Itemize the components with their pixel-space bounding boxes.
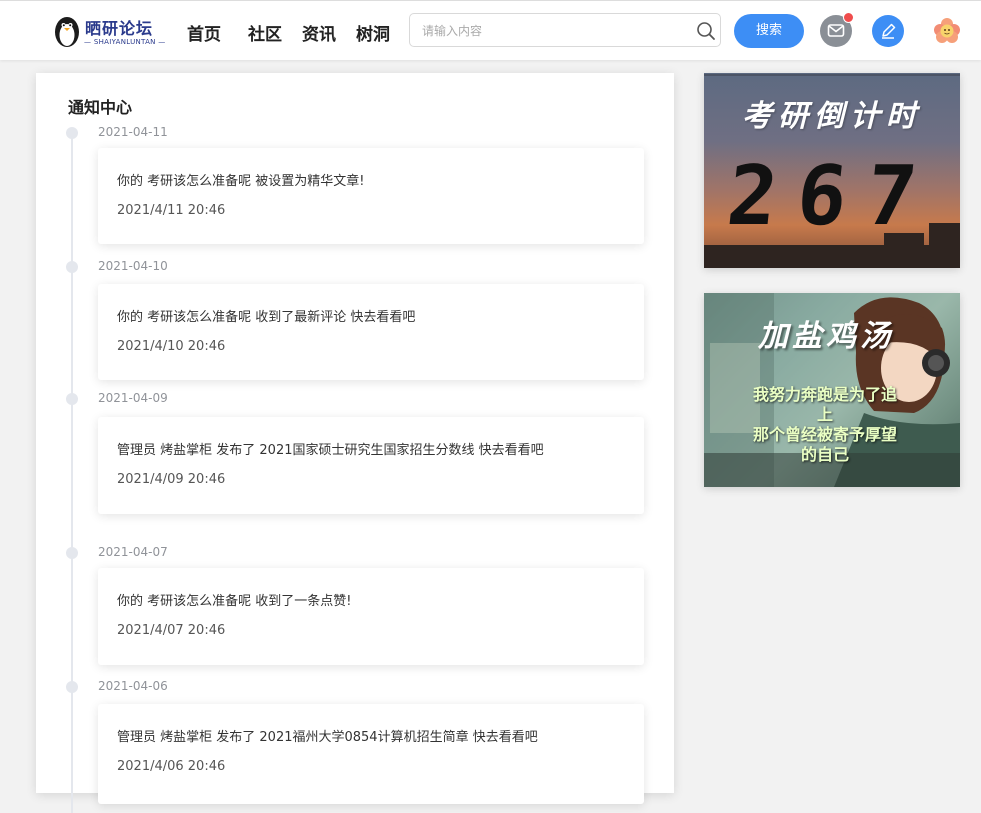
notification-center: 通知中心 2021-04-11 你的 考研该怎么准备呢 被设置为精华文章! 20…	[36, 73, 674, 813]
nav-treehole[interactable]: 树洞	[356, 20, 390, 45]
motto-title: 加盐鸡汤	[758, 319, 894, 354]
timeline-date: 2021-04-11	[98, 125, 168, 139]
page-title: 通知中心	[68, 98, 133, 117]
motto-line: 的自己	[800, 445, 849, 464]
notification-card[interactable]: 你的 考研该怎么准备呢 被设置为精华文章! 2021/4/11 20:46	[98, 148, 644, 244]
nav-news[interactable]: 资讯	[302, 20, 336, 45]
timeline-dot	[66, 547, 78, 559]
nav-community[interactable]: 社区	[248, 20, 282, 45]
notification-message: 管理员 烤盐掌柜 发布了 2021国家硕士研究生国家招生分数线 快去看看吧	[117, 443, 544, 458]
motivation-widget: 加盐鸡汤 我努力奔跑是为了追 上 那个曾经被寄予厚望 的自己	[704, 293, 960, 487]
notification-card[interactable]: 管理员 烤盐掌柜 发布了 2021福州大学0854计算机招生简章 快去看看吧 2…	[98, 704, 644, 804]
timeline-date: 2021-04-07	[98, 545, 168, 559]
timeline-dot	[66, 127, 78, 139]
motto-text: 我努力奔跑是为了追 上 那个曾经被寄予厚望 的自己	[734, 385, 916, 465]
penguin-logo-icon	[55, 17, 79, 47]
notification-time: 2021/4/09 20:46	[117, 472, 226, 487]
user-avatar[interactable]	[930, 14, 964, 48]
timeline-dot	[66, 393, 78, 405]
notification-message: 你的 考研该怎么准备呢 收到了一条点赞!	[117, 594, 352, 609]
countdown-number: 267	[722, 149, 942, 244]
motto-line: 上	[816, 405, 833, 424]
notification-time: 2021/4/06 20:46	[117, 759, 226, 774]
logo-subtitle: — SHAIYANLUNTAN —	[84, 38, 166, 46]
search-box	[409, 13, 721, 47]
top-nav-bar: 晒研论坛 — SHAIYANLUNTAN — 首页 社区 资讯 树洞 搜索	[0, 0, 981, 60]
timeline-date: 2021-04-06	[98, 679, 168, 693]
notification-time: 2021/4/11 20:46	[117, 203, 226, 218]
search-input[interactable]	[420, 20, 684, 42]
notification-dot	[843, 12, 854, 23]
search-icon[interactable]	[696, 21, 716, 41]
timeline-date: 2021-04-09	[98, 391, 168, 405]
timeline-line	[71, 133, 73, 813]
notification-card[interactable]: 你的 考研该怎么准备呢 收到了最新评论 快去看看吧 2021/4/10 20:4…	[98, 284, 644, 380]
search-button[interactable]: 搜索	[734, 14, 804, 48]
timeline-dot	[66, 261, 78, 273]
logo-title: 晒研论坛	[85, 19, 154, 38]
site-logo[interactable]: 晒研论坛 — SHAIYANLUNTAN —	[52, 12, 172, 50]
timeline-dot	[66, 681, 78, 693]
nav-home[interactable]: 首页	[187, 20, 221, 45]
notification-card[interactable]: 管理员 烤盐掌柜 发布了 2021国家硕士研究生国家招生分数线 快去看看吧 20…	[98, 417, 644, 514]
notification-time: 2021/4/07 20:46	[117, 623, 226, 638]
notification-message: 你的 考研该怎么准备呢 收到了最新评论 快去看看吧	[117, 310, 416, 325]
countdown-title: 考研倒计时	[742, 99, 922, 134]
motto-line: 那个曾经被寄予厚望	[752, 425, 897, 444]
top-divider	[0, 0, 981, 1]
exam-countdown-widget: 考研倒计时 267	[704, 73, 960, 268]
timeline-date: 2021-04-10	[98, 259, 168, 273]
notification-time: 2021/4/10 20:46	[117, 339, 226, 354]
notification-message: 你的 考研该怎么准备呢 被设置为精华文章!	[117, 174, 365, 189]
motto-line: 我努力奔跑是为了追	[752, 385, 897, 404]
write-post-button[interactable]	[872, 15, 904, 47]
edit-icon	[882, 23, 896, 39]
notification-card[interactable]: 你的 考研该怎么准备呢 收到了一条点赞! 2021/4/07 20:46	[98, 568, 644, 665]
notification-message: 管理员 烤盐掌柜 发布了 2021福州大学0854计算机招生简章 快去看看吧	[117, 730, 538, 745]
